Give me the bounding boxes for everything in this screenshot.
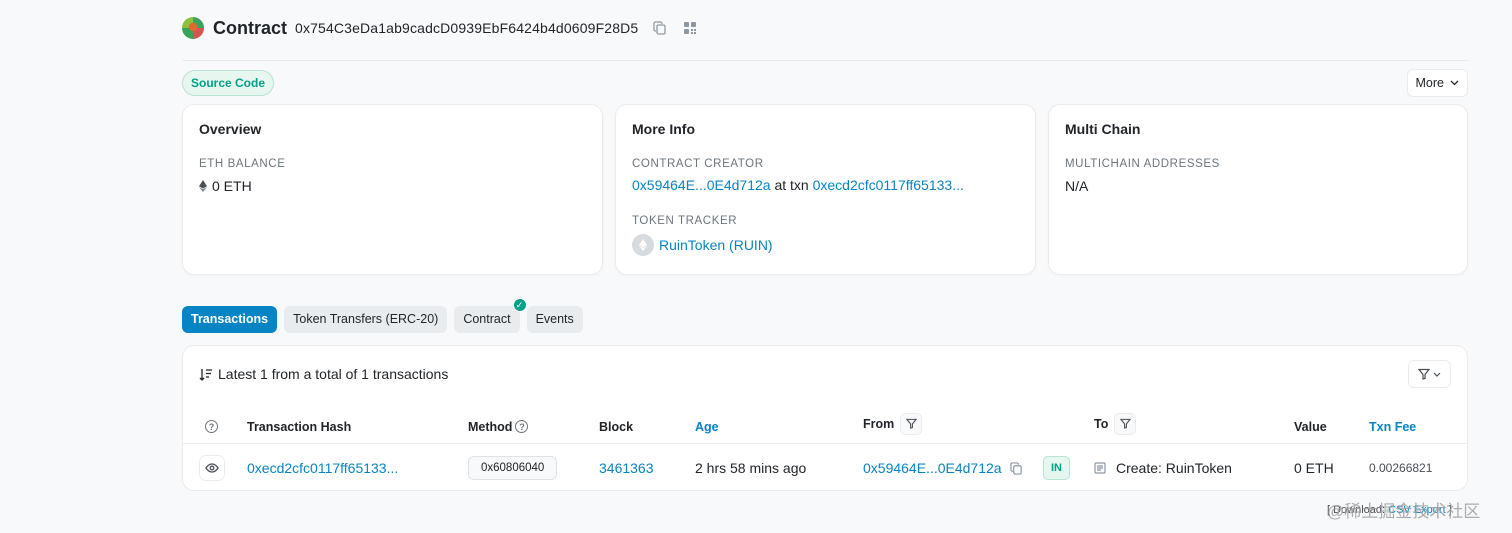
more-button-label: More xyxy=(1415,75,1444,90)
tab-contract-label: Contract xyxy=(463,312,511,326)
col-method: Method ? xyxy=(468,410,529,443)
tab-contract[interactable]: Contract ✓ xyxy=(454,298,527,333)
col-txn-fee[interactable]: Txn Fee xyxy=(1369,410,1416,443)
col-from: From xyxy=(863,407,923,440)
verified-check-icon: ✓ xyxy=(512,298,527,312)
col-value: Value xyxy=(1294,419,1327,434)
eye-icon xyxy=(205,463,219,473)
token-icon xyxy=(632,234,654,256)
multi-chain-title: Multi Chain xyxy=(1065,121,1141,137)
more-info-card: More Info CONTRACT CREATOR 0x59464E...0E… xyxy=(615,104,1036,275)
from-filter-icon[interactable] xyxy=(900,412,923,435)
to-cell: Create: RuinToken xyxy=(1094,446,1232,490)
transactions-summary-text: Latest 1 from a total of 1 transactions xyxy=(218,366,449,382)
to-filter-icon[interactable] xyxy=(1114,412,1137,435)
contract-creator-label: CONTRACT CREATOR xyxy=(632,158,764,170)
filter-icon xyxy=(1418,368,1430,380)
col-transaction-hash: Transaction Hash xyxy=(247,419,352,434)
info-cards: Overview ETH BALANCE 0 ETH More Info CON… xyxy=(182,104,1468,275)
token-tracker: RuinToken (RUIN) xyxy=(632,234,1019,256)
contract-address: 0x754C3eDa1ab9cadcD0939EbF6424b4d0609F28… xyxy=(295,20,639,36)
col-from-label: From xyxy=(863,416,895,431)
header-divider xyxy=(182,60,1468,61)
tab-token-transfers[interactable]: Token Transfers (ERC-20) xyxy=(284,306,448,333)
copy-icon[interactable] xyxy=(1009,461,1023,475)
contract-creator: 0x59464E...0E4d712a at txn 0xecd2cfc0117… xyxy=(632,177,1019,193)
block-link[interactable]: 3461363 xyxy=(599,446,654,490)
ethereum-icon xyxy=(199,180,207,192)
source-code-badge[interactable]: Source Code xyxy=(182,69,275,96)
contract-file-icon xyxy=(1094,462,1106,474)
chevron-down-icon xyxy=(1450,80,1459,85)
col-to: To xyxy=(1094,407,1137,440)
eth-balance: 0 ETH xyxy=(199,178,586,194)
watermark: @稀土掘金技术社区 xyxy=(1327,502,1481,521)
token-tracker-link[interactable]: RuinToken (RUIN) xyxy=(659,237,773,253)
method-badge-label: 0x60806040 xyxy=(468,456,558,480)
contract-page: Contract 0x754C3eDa1ab9cadcD0939EbF6424b… xyxy=(182,0,1468,491)
view-details-button[interactable] xyxy=(199,446,225,490)
creator-address-link[interactable]: 0x59464E...0E4d712a xyxy=(632,177,771,193)
qr-code-icon[interactable] xyxy=(682,20,698,36)
eth-balance-value: 0 ETH xyxy=(212,178,252,194)
page-title: Contract xyxy=(213,17,288,38)
direction-badge: IN xyxy=(1043,446,1070,490)
col-to-label: To xyxy=(1094,416,1109,431)
tab-events[interactable]: Events xyxy=(526,306,583,333)
multi-chain-card: Multi Chain MULTICHAIN ADDRESSES N/A xyxy=(1048,104,1468,275)
to-value: Create: RuinToken xyxy=(1116,460,1232,476)
method-help-icon[interactable]: ? xyxy=(515,420,529,433)
method-badge: 0x60806040 xyxy=(468,446,558,490)
overview-title: Overview xyxy=(199,121,262,137)
filter-button[interactable] xyxy=(1408,360,1451,388)
tab-transactions[interactable]: Transactions xyxy=(182,306,278,333)
txn-fee: 0.00266821 xyxy=(1369,461,1433,475)
creator-txn-link[interactable]: 0xecd2cfc0117ff65133... xyxy=(813,177,964,193)
col-method-label: Method xyxy=(468,419,513,434)
eth-balance-label: ETH BALANCE xyxy=(199,158,286,170)
table-row: 0xecd2cfc0117ff65133... 0x60806040 34613… xyxy=(183,446,1467,490)
multichain-addresses-value: N/A xyxy=(1065,178,1089,194)
chevron-down-icon xyxy=(1433,372,1441,377)
token-tracker-label: TOKEN TRACKER xyxy=(632,215,738,227)
transactions-card: Latest 1 from a total of 1 transactions … xyxy=(182,345,1468,491)
sort-icon xyxy=(199,368,212,381)
multichain-addresses-label: MULTICHAIN ADDRESSES xyxy=(1065,158,1220,170)
at-txn-text: at txn xyxy=(774,177,809,193)
txn-hash-link[interactable]: 0xecd2cfc0117ff65133... xyxy=(247,446,398,490)
more-button[interactable]: More xyxy=(1406,68,1468,97)
download-footer: [ Download: CSV Export ] @稀土掘金技术社区 xyxy=(1327,497,1512,523)
toolbar: Source Code More xyxy=(182,68,1468,97)
copy-icon[interactable] xyxy=(652,20,668,36)
more-info-title: More Info xyxy=(632,121,695,137)
contract-avatar-icon xyxy=(182,17,204,39)
txn-value: 0 ETH xyxy=(1294,460,1334,476)
help-icon[interactable]: ? xyxy=(205,410,218,443)
col-age[interactable]: Age xyxy=(695,410,719,443)
overview-card: Overview ETH BALANCE 0 ETH xyxy=(182,104,603,275)
table-header: ? Transaction Hash Method ? Block Age Fr… xyxy=(183,410,1467,444)
tabs: Transactions Token Transfers (ERC-20) Co… xyxy=(182,298,1468,333)
from-address-link[interactable]: 0x59464E...0E4d712a xyxy=(863,460,1002,476)
direction-badge-label: IN xyxy=(1043,456,1070,480)
col-block: Block xyxy=(599,419,634,434)
txn-age: 2 hrs 58 mins ago xyxy=(695,460,807,476)
transactions-summary: Latest 1 from a total of 1 transactions xyxy=(199,366,448,382)
from-cell: 0x59464E...0E4d712a xyxy=(863,446,1023,490)
page-header: Contract 0x754C3eDa1ab9cadcD0939EbF6424b… xyxy=(182,0,1468,54)
